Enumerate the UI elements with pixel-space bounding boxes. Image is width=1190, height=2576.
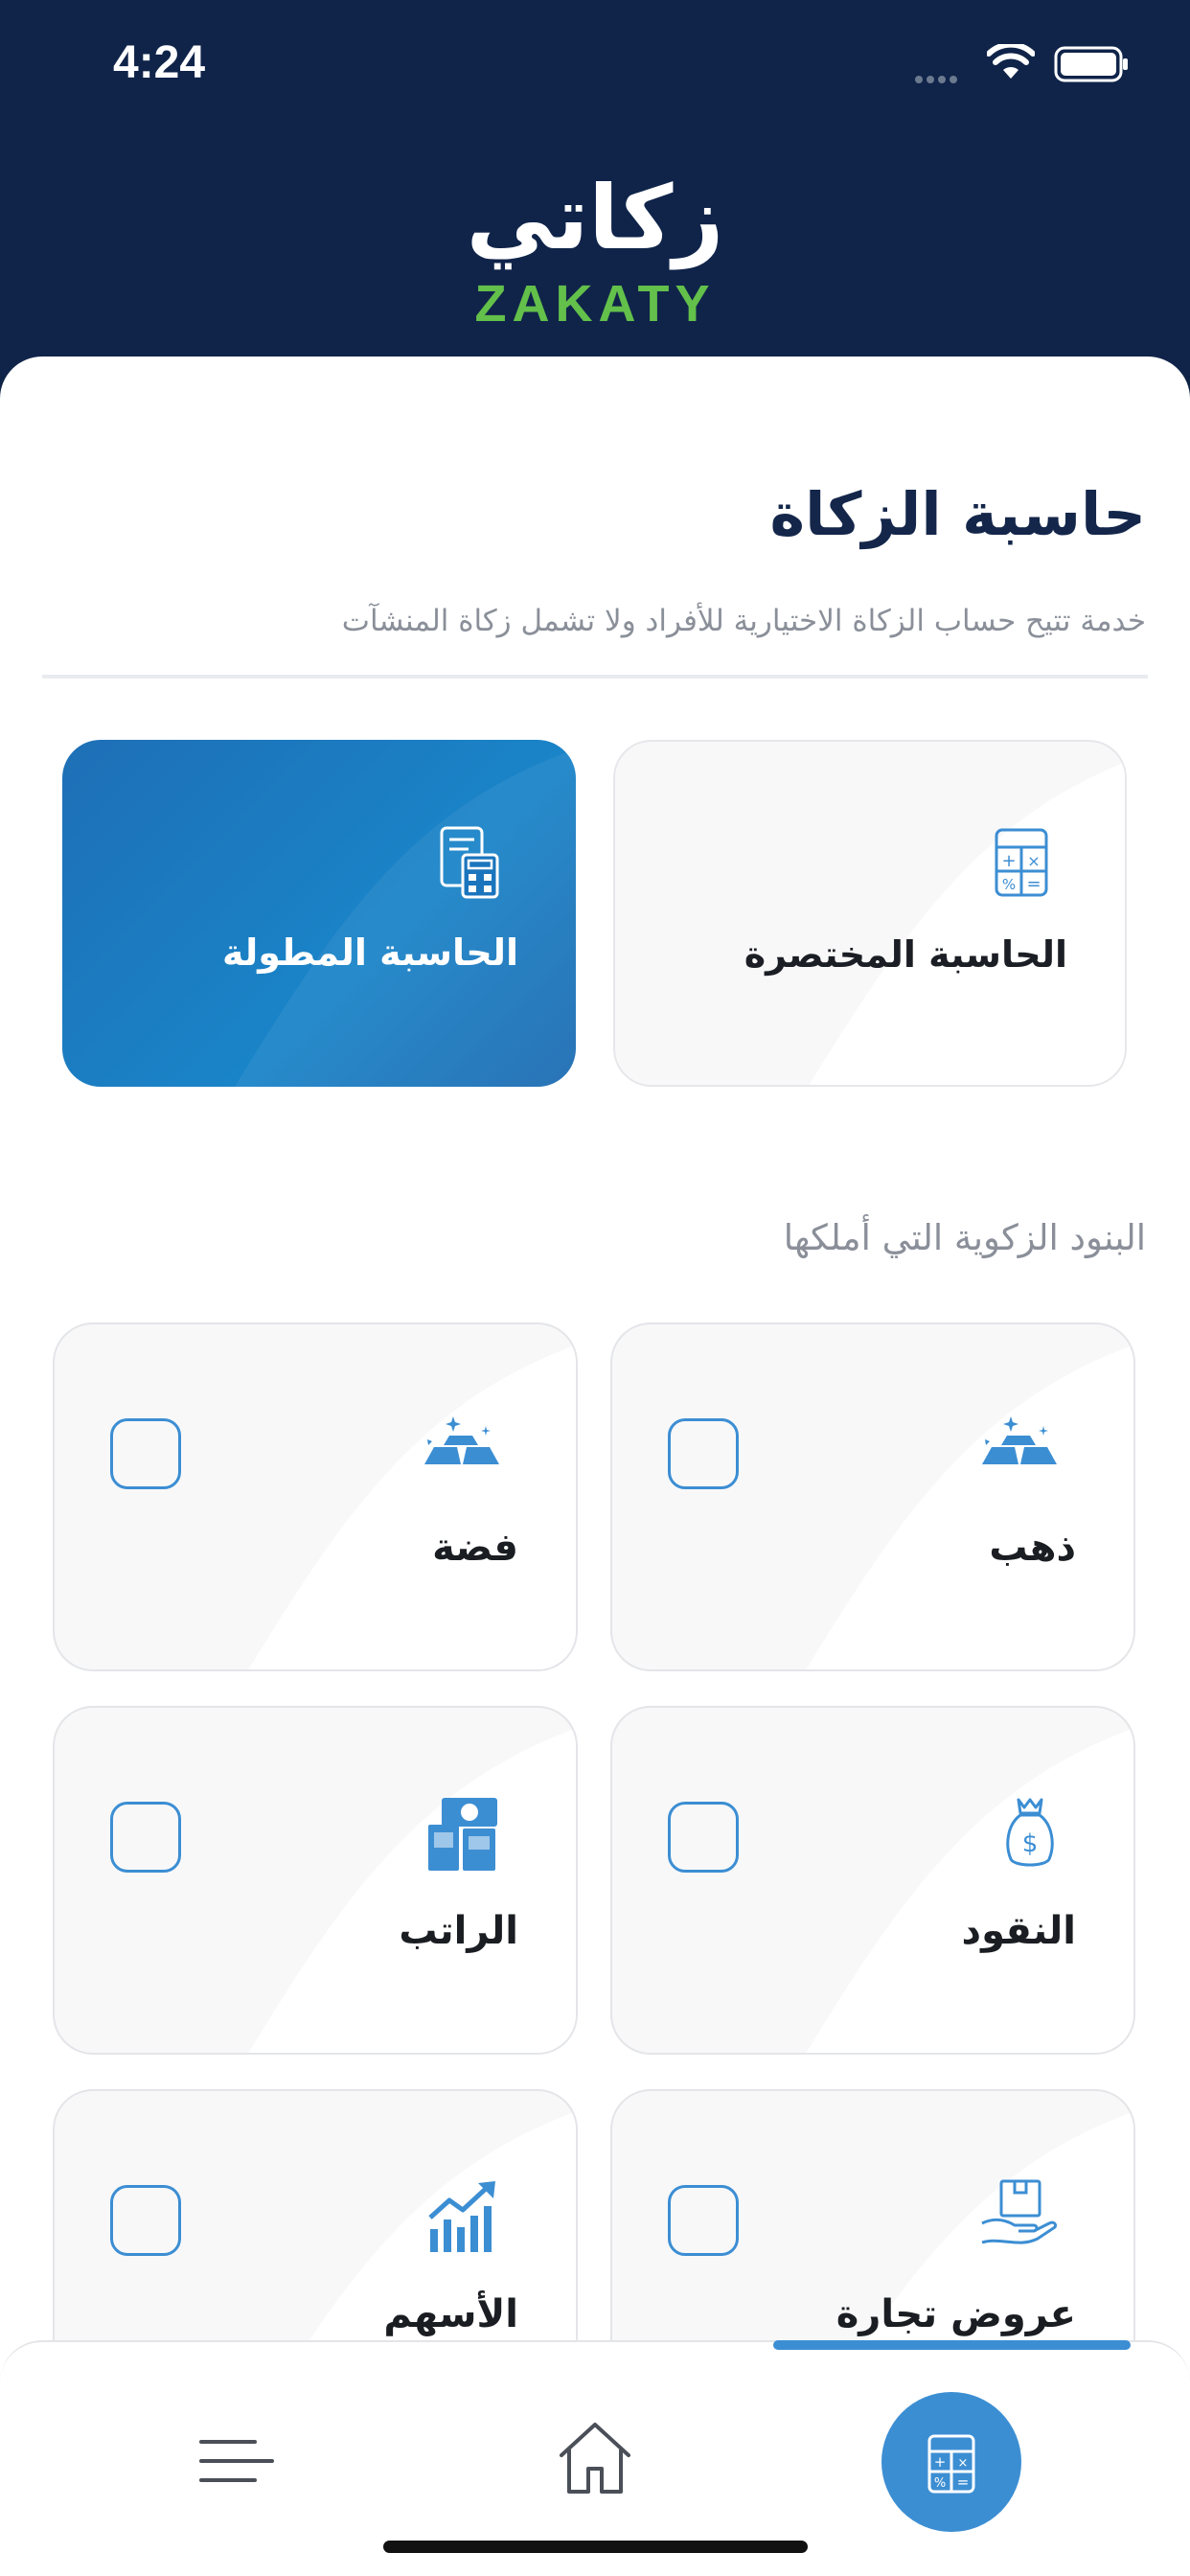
stocks-chart-icon bbox=[428, 2181, 495, 2252]
money-bag-icon: $ bbox=[1006, 1798, 1054, 1867]
item-label: فضة bbox=[432, 1526, 518, 1570]
gold-bars-icon bbox=[982, 1416, 1057, 1464]
item-label: ذهب bbox=[989, 1526, 1076, 1570]
item-checkbox[interactable] bbox=[110, 2185, 181, 2256]
wifi-icon bbox=[987, 44, 1035, 79]
status-bar: 4:24 bbox=[0, 0, 1190, 126]
svg-text:=: = bbox=[957, 2473, 970, 2491]
status-time: 4:24 bbox=[113, 37, 206, 88]
salary-icon bbox=[428, 1798, 497, 1871]
main-content: حاسبة الزكاة خدمة تتيح حساب الزكاة الاخت… bbox=[0, 356, 1190, 2576]
divider bbox=[42, 675, 1148, 678]
item-card-cash[interactable]: $ النقود bbox=[610, 1706, 1135, 2055]
calculator-label: الحاسبة المختصرة bbox=[744, 933, 1067, 976]
item-checkbox[interactable] bbox=[668, 1418, 739, 1489]
svg-text:×: × bbox=[958, 2456, 969, 2471]
svg-text:+: + bbox=[1001, 851, 1016, 871]
page-subtitle: خدمة تتيح حساب الزكاة الاختيارية للأفراد… bbox=[341, 604, 1146, 638]
home-icon[interactable] bbox=[558, 2421, 632, 2496]
app-header: زكاتي ZAKATY bbox=[0, 126, 1190, 376]
battery-icon bbox=[1054, 46, 1128, 82]
trade-goods-icon bbox=[981, 2179, 1057, 2244]
svg-text:×: × bbox=[1027, 852, 1040, 870]
svg-text:$: $ bbox=[1022, 1829, 1039, 1858]
logo-arabic: زكاتي bbox=[466, 167, 724, 269]
calculator-nav-button[interactable]: + × % = bbox=[881, 2392, 1021, 2532]
long-calculator-card[interactable]: الحاسبة المطولة bbox=[62, 740, 576, 1087]
svg-text:=: = bbox=[1026, 874, 1041, 894]
item-card-salary[interactable]: الراتب bbox=[53, 1706, 578, 2055]
item-label: الراتب bbox=[399, 1909, 518, 1953]
page-title: حاسبة الزكاة bbox=[769, 479, 1146, 549]
item-checkbox[interactable] bbox=[110, 1418, 181, 1489]
item-label: الأسهم bbox=[383, 2292, 518, 2336]
item-checkbox[interactable] bbox=[110, 1802, 181, 1873]
calculator-icon: + × % = bbox=[995, 828, 1048, 897]
active-tab-indicator bbox=[773, 2340, 1131, 2350]
item-checkbox[interactable] bbox=[668, 1802, 739, 1873]
item-label: النقود bbox=[961, 1909, 1076, 1953]
svg-text:%: % bbox=[1002, 876, 1016, 893]
item-label: عروض تجارة bbox=[835, 2292, 1076, 2336]
item-card-silver[interactable]: فضة bbox=[53, 1322, 578, 1671]
short-calculator-card[interactable]: + × % = الحاسبة المختصرة bbox=[613, 740, 1127, 1087]
svg-text:+: + bbox=[934, 2453, 947, 2471]
calculator-label: الحاسبة المطولة bbox=[221, 932, 518, 974]
item-checkbox[interactable] bbox=[668, 2185, 739, 2256]
svg-text:%: % bbox=[934, 2476, 946, 2491]
menu-icon[interactable] bbox=[199, 2438, 274, 2486]
calculator-sheet-icon bbox=[440, 826, 499, 899]
calculator-icon: + × % = bbox=[927, 2434, 975, 2494]
signal-icon bbox=[915, 69, 961, 87]
silver-bars-icon bbox=[424, 1416, 499, 1464]
item-card-gold[interactable]: ذهب bbox=[610, 1322, 1135, 1671]
home-indicator bbox=[383, 2541, 808, 2553]
logo-english: ZAKATY bbox=[474, 275, 716, 333]
section-label: البنود الزكوية التي أملكها bbox=[783, 1217, 1146, 1258]
